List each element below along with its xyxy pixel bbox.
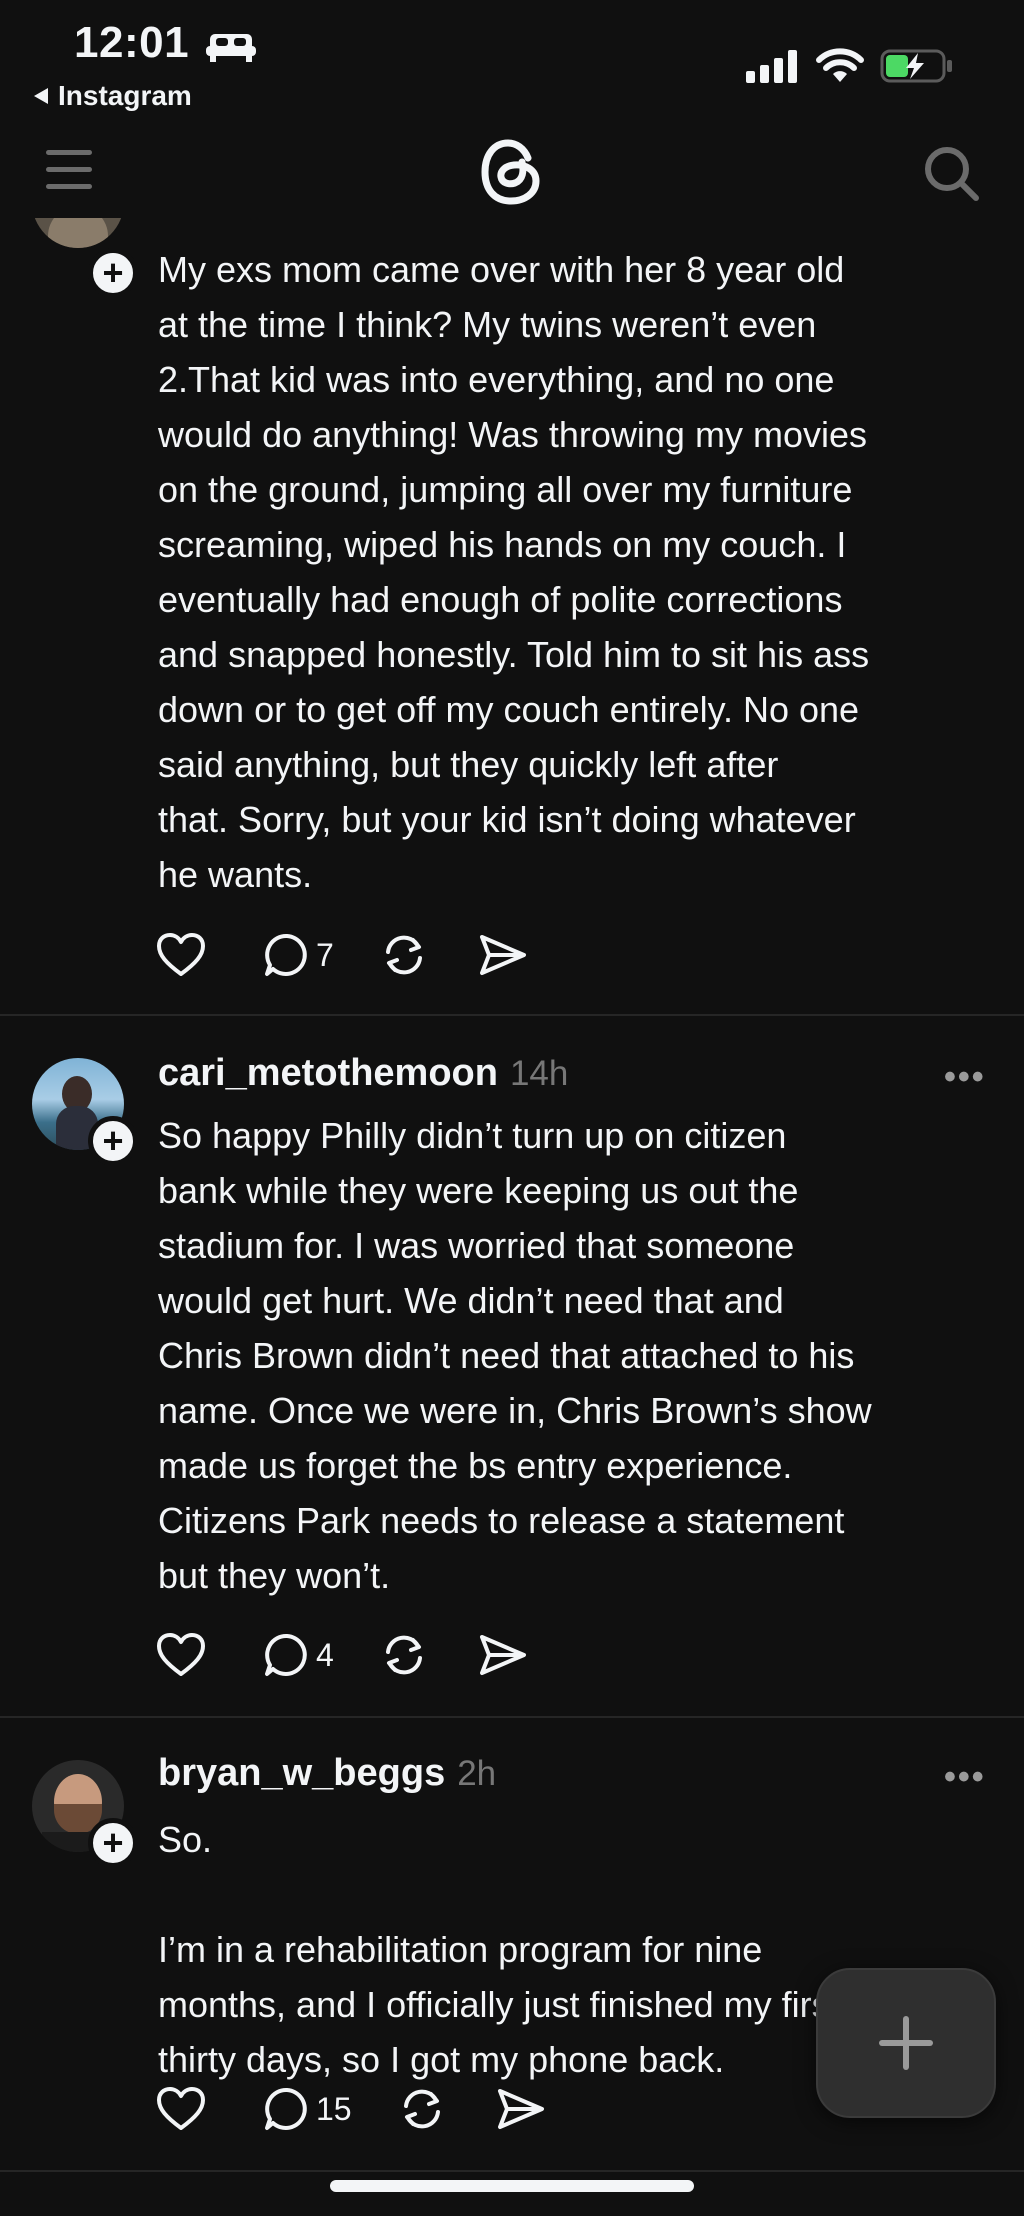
back-app-label: Instagram	[58, 80, 192, 111]
threads-logo[interactable]	[478, 136, 546, 208]
post-divider	[0, 2170, 1024, 2172]
post-timestamp: 2h	[457, 1754, 497, 1793]
reply-count: 4	[316, 1636, 334, 1673]
more-options-icon[interactable]: •••	[944, 1058, 986, 1097]
post-header: bryan_w_beggs 2h	[158, 1752, 496, 1795]
post-timestamp: 14h	[509, 1054, 569, 1093]
reply-button[interactable]: 15	[264, 2086, 352, 2132]
heart-icon[interactable]	[156, 1632, 206, 1678]
post-actions: 7	[156, 932, 528, 978]
reply-button[interactable]: 7	[264, 932, 334, 978]
username-link[interactable]: bryan_w_beggs	[158, 1752, 445, 1794]
speech-bubble-icon	[265, 2088, 307, 2130]
back-to-app-link[interactable]: Instagram	[32, 80, 192, 112]
avatar[interactable]	[32, 218, 124, 248]
repost-icon[interactable]	[398, 2086, 446, 2132]
speech-bubble-icon	[265, 1634, 307, 1676]
post-header: cari_metothemoon 14h	[158, 1052, 568, 1095]
home-indicator[interactable]	[330, 2180, 694, 2192]
status-indicators	[746, 48, 954, 84]
reply-count: 15	[316, 2090, 352, 2127]
post-divider	[0, 1716, 1024, 1718]
back-triangle-icon	[34, 88, 48, 104]
reply-count: 7	[316, 936, 334, 973]
post-divider	[0, 1014, 1024, 1016]
wifi-icon	[816, 48, 864, 82]
compose-button[interactable]	[816, 1968, 996, 2118]
post-text: So happy Philly didn’t turn up on citize…	[158, 1115, 872, 1596]
send-icon[interactable]	[478, 933, 528, 977]
heart-icon[interactable]	[156, 2086, 206, 2132]
menu-icon	[46, 150, 92, 155]
more-options-icon[interactable]: •••	[944, 1758, 986, 1797]
bed-icon	[206, 34, 256, 62]
speech-bubble-icon	[265, 934, 307, 976]
username-link[interactable]: cari_metothemoon	[158, 1052, 498, 1094]
send-icon[interactable]	[478, 1633, 528, 1677]
reply-button[interactable]: 4	[264, 1632, 334, 1678]
repost-icon[interactable]	[380, 1632, 428, 1678]
signal-icon	[746, 50, 797, 83]
status-time: 12:01	[74, 18, 190, 67]
post-text: My exs mom came over with her 8 year old…	[158, 249, 870, 895]
battery-charging-icon	[880, 49, 952, 83]
send-icon[interactable]	[496, 2087, 546, 2131]
follow-plus-icon[interactable]: +	[88, 1116, 138, 1166]
post-actions: 4	[156, 1632, 528, 1678]
search-icon[interactable]	[922, 144, 980, 202]
follow-plus-icon[interactable]: +	[88, 248, 138, 298]
heart-icon[interactable]	[156, 932, 206, 978]
repost-icon[interactable]	[380, 932, 428, 978]
menu-button[interactable]	[46, 150, 92, 201]
follow-plus-icon[interactable]: +	[88, 1818, 138, 1868]
post-actions: 15	[156, 2086, 546, 2132]
plus-icon	[879, 2016, 933, 2070]
